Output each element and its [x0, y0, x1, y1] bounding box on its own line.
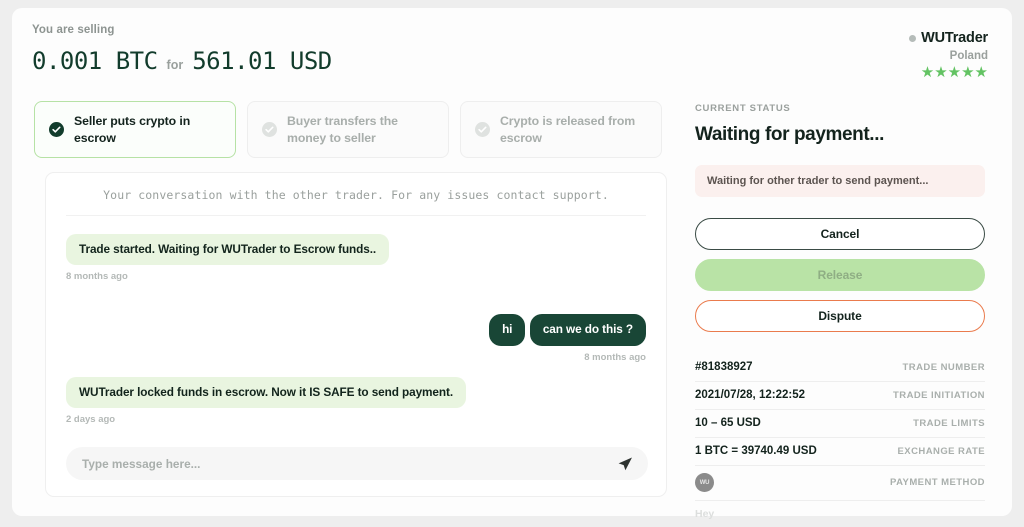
chat-message-group: hi can we do this ? 8 months ago — [66, 308, 646, 363]
detail-key: TRADE INITIATION — [893, 389, 985, 401]
send-paper-plane-icon[interactable] — [616, 455, 634, 473]
western-union-logo-icon: WU — [695, 473, 714, 492]
detail-key: TRADE LIMITS — [913, 417, 985, 429]
detail-row-payment-method: WU PAYMENT METHOD — [695, 466, 985, 501]
check-circle-icon — [262, 122, 277, 137]
message-input[interactable] — [82, 456, 616, 471]
chat-bubble: WUTrader locked funds in escrow. Now it … — [66, 376, 467, 408]
chat-timestamp: 8 months ago — [66, 271, 128, 283]
chat-bubble: can we do this ? — [529, 314, 646, 346]
detail-value: 10 – 65 USD — [695, 417, 761, 429]
trade-step-1: Seller puts crypto in escrow — [34, 101, 236, 158]
trader-rating-stars: ★★★★★ — [920, 64, 988, 81]
chat-message-group: WUTrader locked funds in escrow. Now it … — [66, 376, 646, 425]
chat-messages: Trade started. Waiting for WUTrader to E… — [46, 216, 666, 431]
chat-note: Your conversation with the other trader.… — [103, 188, 609, 202]
current-status-title: Waiting for payment... — [695, 124, 884, 145]
chat-timestamp: 8 months ago — [584, 351, 646, 363]
trader-name-row: WUTrader — [909, 30, 988, 46]
online-status-dot — [909, 34, 917, 42]
trader-country: Poland — [949, 50, 988, 62]
action-buttons: Cancel Release Dispute — [695, 218, 985, 332]
trader-info[interactable]: WUTrader Poland ★★★★★ — [909, 30, 988, 80]
check-circle-icon — [49, 122, 64, 137]
detail-value: #81838927 — [695, 361, 753, 373]
detail-value: 2021/07/28, 12:22:52 — [695, 389, 805, 401]
chat-message-group: Trade started. Waiting for WUTrader to E… — [66, 234, 646, 282]
fiat-amount: 561.01 USD — [192, 47, 332, 75]
selling-label: You are selling — [32, 24, 115, 36]
trade-step-3: Crypto is released from escrow — [460, 101, 662, 158]
check-circle-icon — [475, 122, 490, 137]
trade-amount-row: 0.001 BTC for 561.01 USD — [32, 47, 332, 75]
release-button[interactable]: Release — [695, 259, 985, 291]
current-status-kicker: CURRENT STATUS — [695, 103, 791, 114]
chat-bubble: Trade started. Waiting for WUTrader to E… — [66, 234, 390, 266]
dispute-button[interactable]: Dispute — [695, 300, 985, 332]
payment-method-note: Hey — [695, 508, 715, 520]
status-alert: Waiting for other trader to send payment… — [695, 165, 985, 197]
for-label: for — [166, 58, 184, 72]
detail-key: PAYMENT METHOD — [890, 477, 985, 488]
trade-header: You are selling 0.001 BTC for 561.01 USD — [32, 24, 332, 75]
chat-composer[interactable] — [66, 447, 648, 480]
status-sidebar: CURRENT STATUS Waiting for payment... Wa… — [695, 103, 985, 520]
detail-row-trade-limits: 10 – 65 USD TRADE LIMITS — [695, 410, 985, 438]
detail-row-trade-number: #81838927 TRADE NUMBER — [695, 354, 985, 382]
detail-value: 1 BTC = 39740.49 USD — [695, 445, 817, 457]
chat-panel: Your conversation with the other trader.… — [45, 172, 667, 497]
detail-key: EXCHANGE RATE — [897, 445, 985, 457]
chat-timestamp: 2 days ago — [66, 413, 116, 425]
detail-key: TRADE NUMBER — [902, 361, 985, 373]
crypto-amount: 0.001 BTC — [32, 47, 158, 75]
trade-step-3-label: Crypto is released from escrow — [500, 113, 636, 145]
trade-details: #81838927 TRADE NUMBER 2021/07/28, 12:22… — [695, 354, 985, 520]
trade-step-1-label: Seller puts crypto in escrow — [74, 113, 191, 145]
trade-steps: Seller puts crypto in escrow Buyer trans… — [34, 101, 662, 158]
cancel-button[interactable]: Cancel — [695, 218, 985, 250]
trade-step-2: Buyer transfers the money to seller — [247, 101, 449, 158]
chat-bubble: hi — [489, 314, 526, 346]
trade-page-card: You are selling 0.001 BTC for 561.01 USD… — [12, 8, 1012, 520]
trader-name[interactable]: WUTrader — [921, 30, 988, 46]
trade-step-2-label: Buyer transfers the money to seller — [287, 113, 398, 145]
detail-row-trade-initiation: 2021/07/28, 12:22:52 TRADE INITIATION — [695, 382, 985, 410]
detail-row-exchange-rate: 1 BTC = 39740.49 USD EXCHANGE RATE — [695, 438, 985, 466]
